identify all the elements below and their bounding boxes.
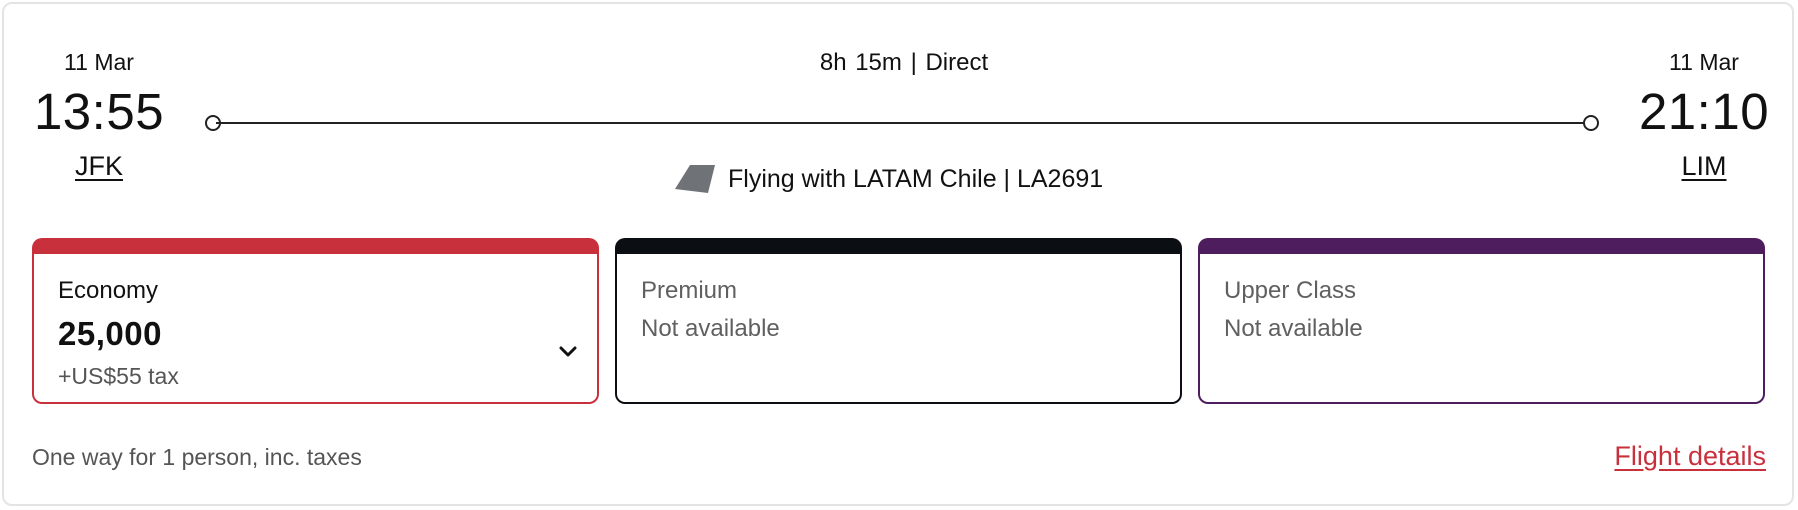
- fare-points-economy: 25,000: [58, 315, 162, 352]
- route-line: [216, 122, 1590, 124]
- arrival-time: 21:10: [1638, 83, 1770, 140]
- fare-card-upper-class: Upper Class Not available: [1198, 238, 1765, 404]
- fare-footnote: One way for 1 person, inc. taxes: [32, 444, 362, 470]
- flight-result-card: 11 Mar 13:55 JFK 8h 15m | Direct Flying …: [2, 2, 1794, 506]
- fare-tax-economy: +US$55 tax: [58, 363, 179, 389]
- flight-duration-summary: 8h 15m | Direct: [819, 49, 989, 76]
- chevron-down-icon[interactable]: [559, 346, 577, 358]
- arrival-airport-link[interactable]: LIM: [1681, 150, 1726, 182]
- arrival-date: 11 Mar: [1669, 49, 1739, 75]
- arrival-block: 11 Mar 21:10 LIM: [1624, 48, 1784, 182]
- operator-text: Flying with LATAM Chile | LA2691: [728, 165, 1104, 193]
- departure-airport-link[interactable]: JFK: [75, 150, 123, 182]
- departure-date: 11 Mar: [64, 49, 134, 75]
- fare-name-premium: Premium: [641, 277, 738, 304]
- route-end-dot: [1583, 115, 1599, 131]
- fare-card-economy[interactable]: Economy 25,000 +US$55 tax: [32, 238, 599, 404]
- departure-block: 11 Mar 13:55 JFK: [19, 48, 179, 182]
- fare-name-economy: Economy: [58, 277, 159, 304]
- operator-info: Flying with LATAM Chile | LA2691: [674, 160, 1103, 198]
- fare-name-upper-class: Upper Class: [1224, 277, 1357, 304]
- departure-time: 13:55: [33, 83, 165, 140]
- fare-status-upper-class: Not available: [1224, 315, 1363, 342]
- airline-tail-logo-icon: [674, 164, 728, 194]
- fare-status-premium: Not available: [641, 315, 780, 342]
- flight-details-link[interactable]: Flight details: [1504, 440, 1766, 472]
- fare-card-premium: Premium Not available: [615, 238, 1182, 404]
